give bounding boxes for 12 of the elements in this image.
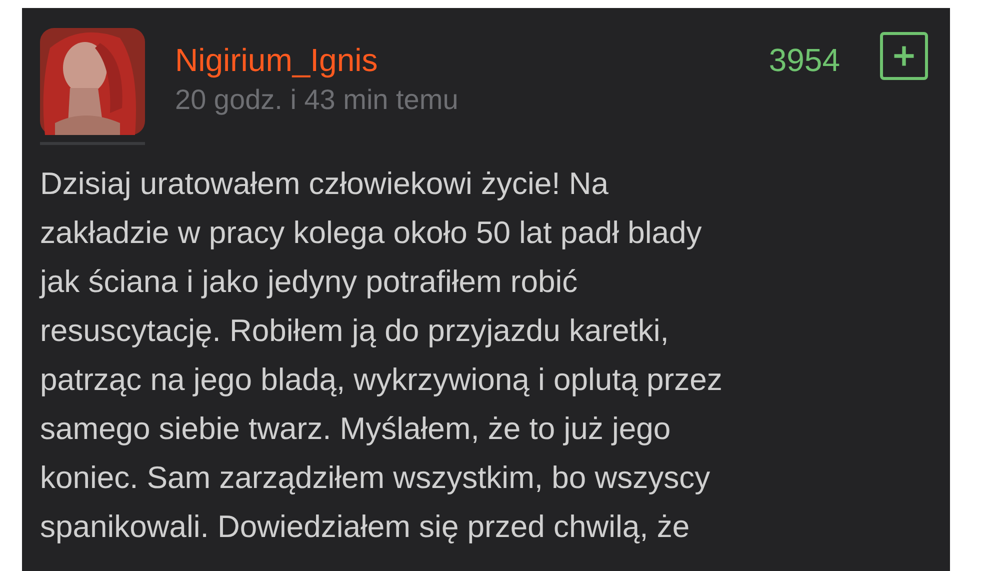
post-text-line: samego siebie twarz. Myślałem, że to już jego — [40, 410, 672, 448]
vote-count: 3954 — [768, 41, 840, 80]
post-text-line: jak ściana i jako jedyny potrafiłem robić — [40, 263, 579, 301]
post-text-line: resuscytację. Robiłem ją do przyjazdu karetki, — [40, 312, 670, 350]
post-time: 20 godz. i 43 min temu — [175, 83, 458, 117]
post-text-line: zakładzie w pracy kolega około 50 lat padł blady — [40, 214, 703, 252]
post-text-line: koniec. Sam zarządziłem wszystkim, bo wszyscy — [40, 459, 712, 497]
post-text-line: patrząc na jego bladą, wykrzywioną i oplutą przez — [40, 361, 724, 399]
username-link[interactable]: Nigirium_Ignis — [175, 40, 458, 80]
post-text-line: spanikowali. Dowiedziałem się przed chwilą, że — [40, 508, 691, 546]
post-text-line: Dzisiaj uratowałem człowiekowi życie! Na — [40, 165, 610, 203]
upvote-button[interactable] — [880, 32, 928, 80]
